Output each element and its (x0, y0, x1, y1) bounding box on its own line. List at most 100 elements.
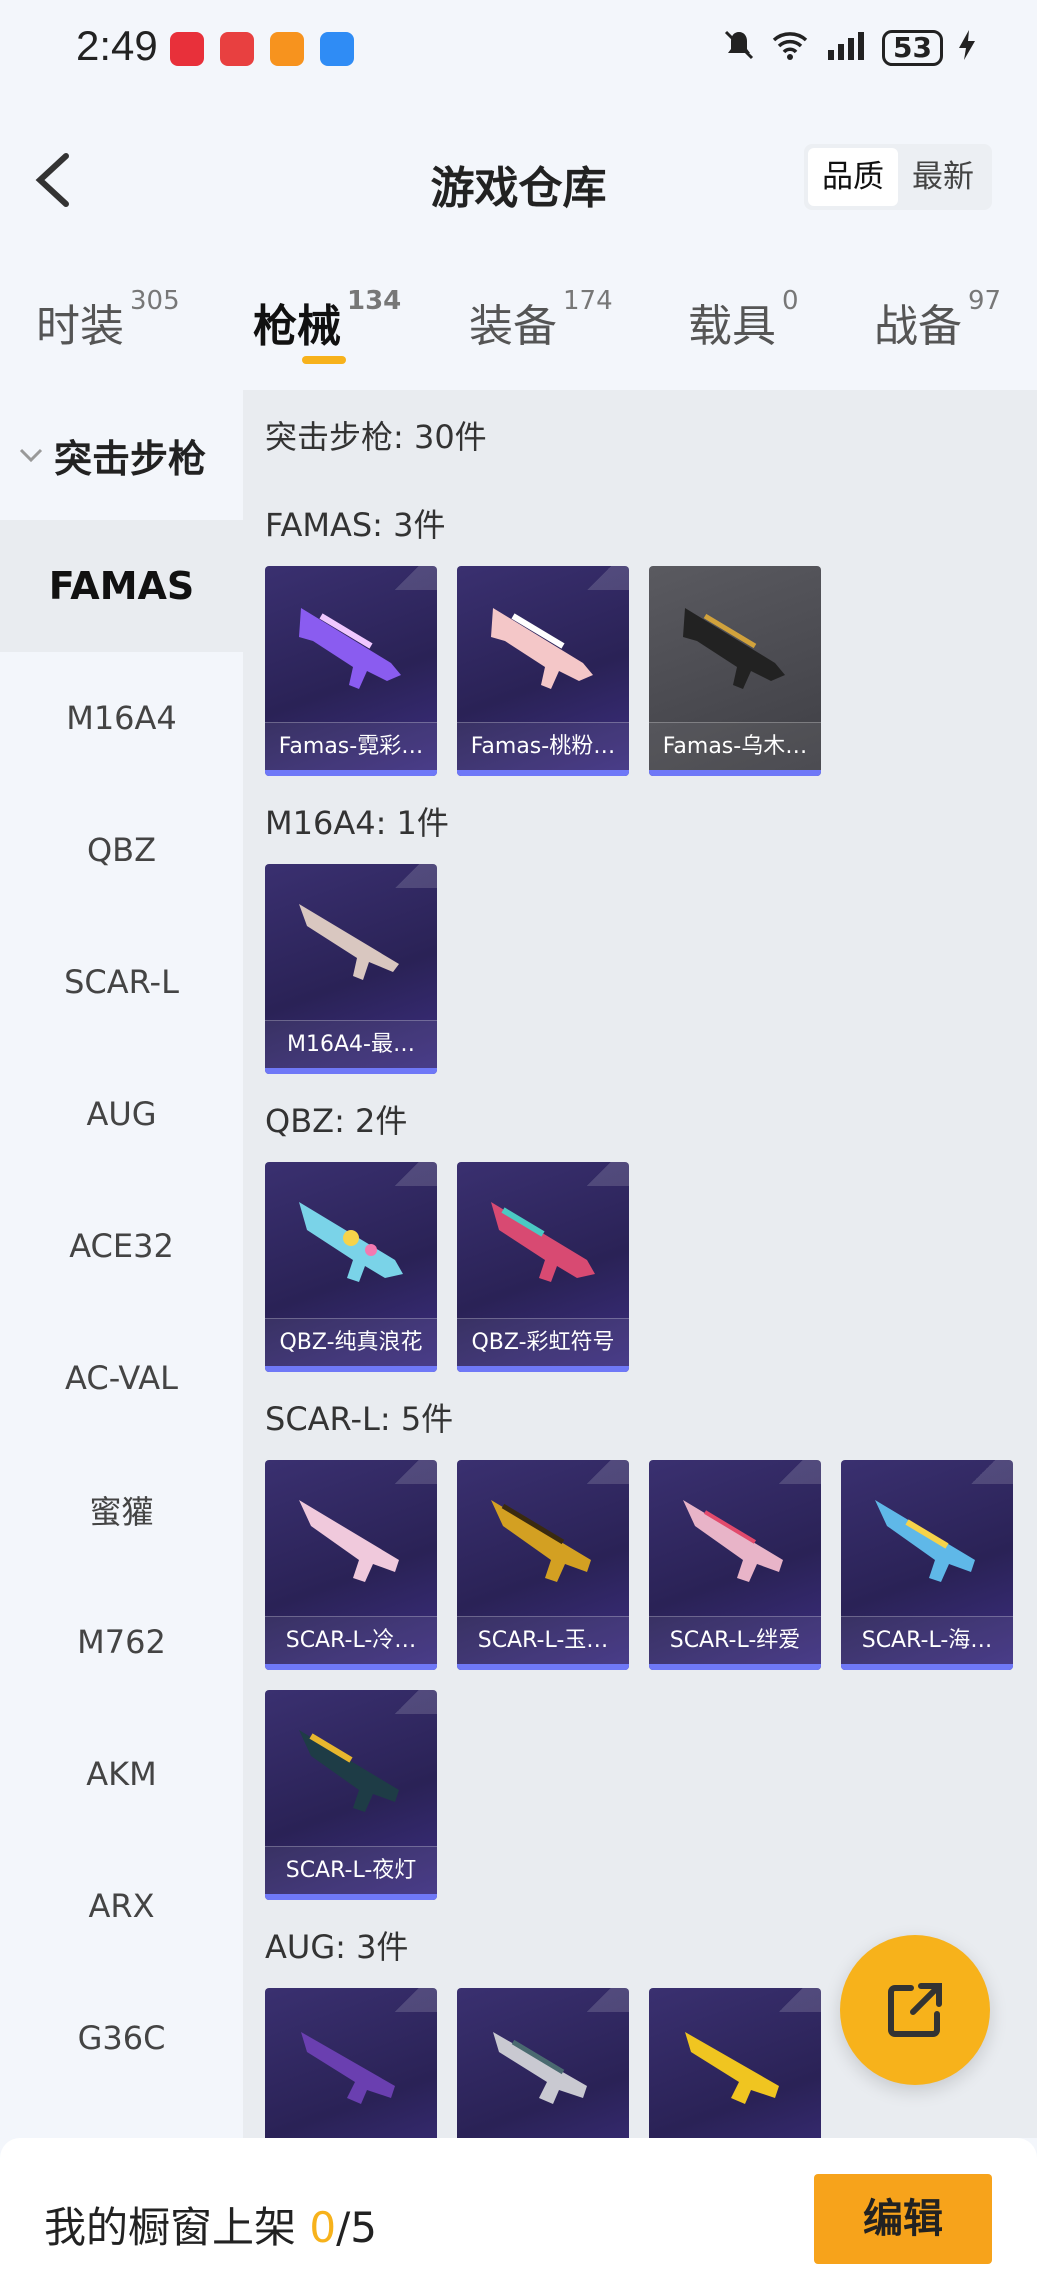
weapon-card[interactable] (649, 1988, 821, 2138)
weapon-card[interactable] (457, 1988, 629, 2138)
sidebar-item-m16a4[interactable]: M16A4 (0, 652, 243, 784)
weapon-card[interactable]: SCAR-L-夜灯 (265, 1690, 437, 1900)
section-title-aug: AUG: 3件 (265, 1928, 409, 1966)
aug-rifle-icon (493, 2032, 587, 2104)
wifi-icon (770, 28, 810, 68)
rarity-bar (841, 1664, 1013, 1670)
weapon-name: QBZ-纯真浪花 (265, 1318, 437, 1366)
card-corner-decoration (377, 1690, 437, 1714)
tab-weapons[interactable]: 枪械 134 (253, 286, 401, 354)
weapon-card[interactable]: QBZ-彩虹符号 (457, 1162, 629, 1372)
weapon-card[interactable]: QBZ-纯真浪花 (265, 1162, 437, 1372)
scar-l-rifle-icon (683, 1500, 783, 1582)
sidebar-item-akm[interactable]: AKM (0, 1708, 243, 1840)
weapon-card[interactable] (265, 1988, 437, 2138)
sort-toggle: 品质 最新 (804, 144, 992, 210)
weapon-card[interactable]: SCAR-L-冷… (265, 1460, 437, 1670)
card-corner-decoration (569, 1162, 629, 1186)
rarity-bar (649, 1664, 821, 1670)
charging-icon (957, 28, 977, 68)
rarity-bar (457, 770, 629, 776)
category-tabs: 时装 305 枪械 134 装备 174 载具 0 战备 97 (0, 280, 1037, 380)
weapon-card[interactable]: Famas-乌木… (649, 566, 821, 776)
sidebar-group-assault-rifles[interactable]: 突击步枪 (0, 390, 243, 520)
weather-app-icon (320, 32, 354, 66)
video-app-icon (270, 32, 304, 66)
weapon-name: SCAR-L-海… (841, 1616, 1013, 1664)
showcase-bar: 我的橱窗上架 0/5 编辑 (0, 2138, 1037, 2295)
weapon-card[interactable]: SCAR-L-玉… (457, 1460, 629, 1670)
tab-supplies[interactable]: 战备 97 (874, 286, 1001, 354)
status-bar: 2:49 53 (0, 0, 1037, 100)
sidebar-item-m762[interactable]: M762 (0, 1576, 243, 1708)
tab-costume[interactable]: 时装 305 (36, 286, 180, 354)
sidebar-item-famas[interactable]: FAMAS (0, 520, 243, 652)
battery-indicator: 53 (882, 30, 943, 66)
weapon-list: 突击步枪: 30件 FAMAS: 3件 Famas-霓彩… Famas-桃粉… … (243, 390, 1037, 2138)
showcase-count: 0/5 (309, 2203, 377, 2252)
tab-label: 装备 (469, 301, 557, 352)
share-button[interactable] (840, 1935, 990, 2085)
card-corner-decoration (953, 1460, 1013, 1484)
scar-l-rifle-icon (875, 1500, 975, 1582)
weapon-name: SCAR-L-夜灯 (265, 1846, 437, 1894)
category-summary: 突击步枪: 30件 (265, 418, 487, 456)
weapon-card[interactable]: SCAR-L-海… (841, 1460, 1013, 1670)
tab-label: 时装 (36, 301, 124, 352)
card-corner-decoration (569, 1988, 629, 2012)
weapon-card[interactable]: SCAR-L-绊爱 (649, 1460, 821, 1670)
sidebar-item-qbz[interactable]: QBZ (0, 784, 243, 916)
card-corner-decoration (377, 1988, 437, 2012)
status-icons: 53 (722, 28, 977, 68)
sidebar-item-scar-l[interactable]: SCAR-L (0, 916, 243, 1048)
sidebar-item-honey-badger[interactable]: 蜜獾 (0, 1444, 243, 1576)
weapon-name: SCAR-L-绊爱 (649, 1616, 821, 1664)
qbz-rifle-icon (491, 1202, 595, 1282)
section-title-scar-l: SCAR-L: 5件 (265, 1400, 454, 1438)
sidebar-item-ace32[interactable]: ACE32 (0, 1180, 243, 1312)
sidebar-item-arx[interactable]: ARX (0, 1840, 243, 1972)
scar-l-rifle-icon (299, 1500, 399, 1582)
weapon-name: M16A4-最… (265, 1020, 437, 1068)
card-corner-decoration (569, 566, 629, 590)
weapon-card[interactable]: Famas-桃粉… (457, 566, 629, 776)
sidebar-item-aug[interactable]: AUG (0, 1048, 243, 1180)
card-corner-decoration (761, 1988, 821, 2012)
huawei-app-icon (170, 32, 204, 66)
sort-quality-button[interactable]: 品质 (808, 148, 898, 206)
weapon-card[interactable]: M16A4-最… (265, 864, 437, 1074)
weapon-card[interactable]: Famas-霓彩… (265, 566, 437, 776)
card-corner-decoration (377, 1162, 437, 1186)
tab-vehicles[interactable]: 载具 0 (688, 286, 799, 354)
card-corner-decoration (569, 1460, 629, 1484)
famas-rifle-icon (683, 608, 785, 689)
sidebar-item-g36c[interactable]: G36C (0, 1972, 243, 2104)
tab-count: 97 (968, 286, 1002, 316)
rarity-bar (265, 1664, 437, 1670)
showcase-used: 0 (309, 2203, 337, 2252)
famas-rifle-icon (491, 608, 593, 689)
rarity-bar (265, 1068, 437, 1074)
famas-rifle-icon (299, 608, 401, 689)
rarity-bar (265, 1366, 437, 1372)
sort-latest-button[interactable]: 最新 (898, 148, 988, 206)
tab-equipment[interactable]: 装备 174 (469, 286, 613, 354)
weapon-name: Famas-乌木… (649, 722, 821, 770)
weapon-name: SCAR-L-玉… (457, 1616, 629, 1664)
tab-count: 174 (563, 286, 613, 316)
sidebar-item-ac-val[interactable]: AC-VAL (0, 1312, 243, 1444)
tab-count: 305 (130, 286, 180, 316)
card-corner-decoration (377, 864, 437, 888)
card-corner-decoration (377, 566, 437, 590)
rarity-bar (265, 770, 437, 776)
page-header: 游戏仓库 品质 最新 (0, 130, 1037, 230)
edit-button[interactable]: 编辑 (814, 2174, 992, 2264)
rarity-bar (649, 770, 821, 776)
showcase-text: 我的橱窗上架 (44, 2203, 297, 2252)
weapon-name: Famas-桃粉… (457, 722, 629, 770)
external-link-icon (888, 1983, 942, 2037)
weapon-sidebar: 突击步枪 FAMAS M16A4 QBZ SCAR-L AUG ACE32 AC… (0, 390, 243, 2138)
weapon-name: Famas-霓彩… (265, 722, 437, 770)
tab-label: 枪械 (253, 301, 341, 352)
mute-bell-icon (722, 28, 756, 68)
